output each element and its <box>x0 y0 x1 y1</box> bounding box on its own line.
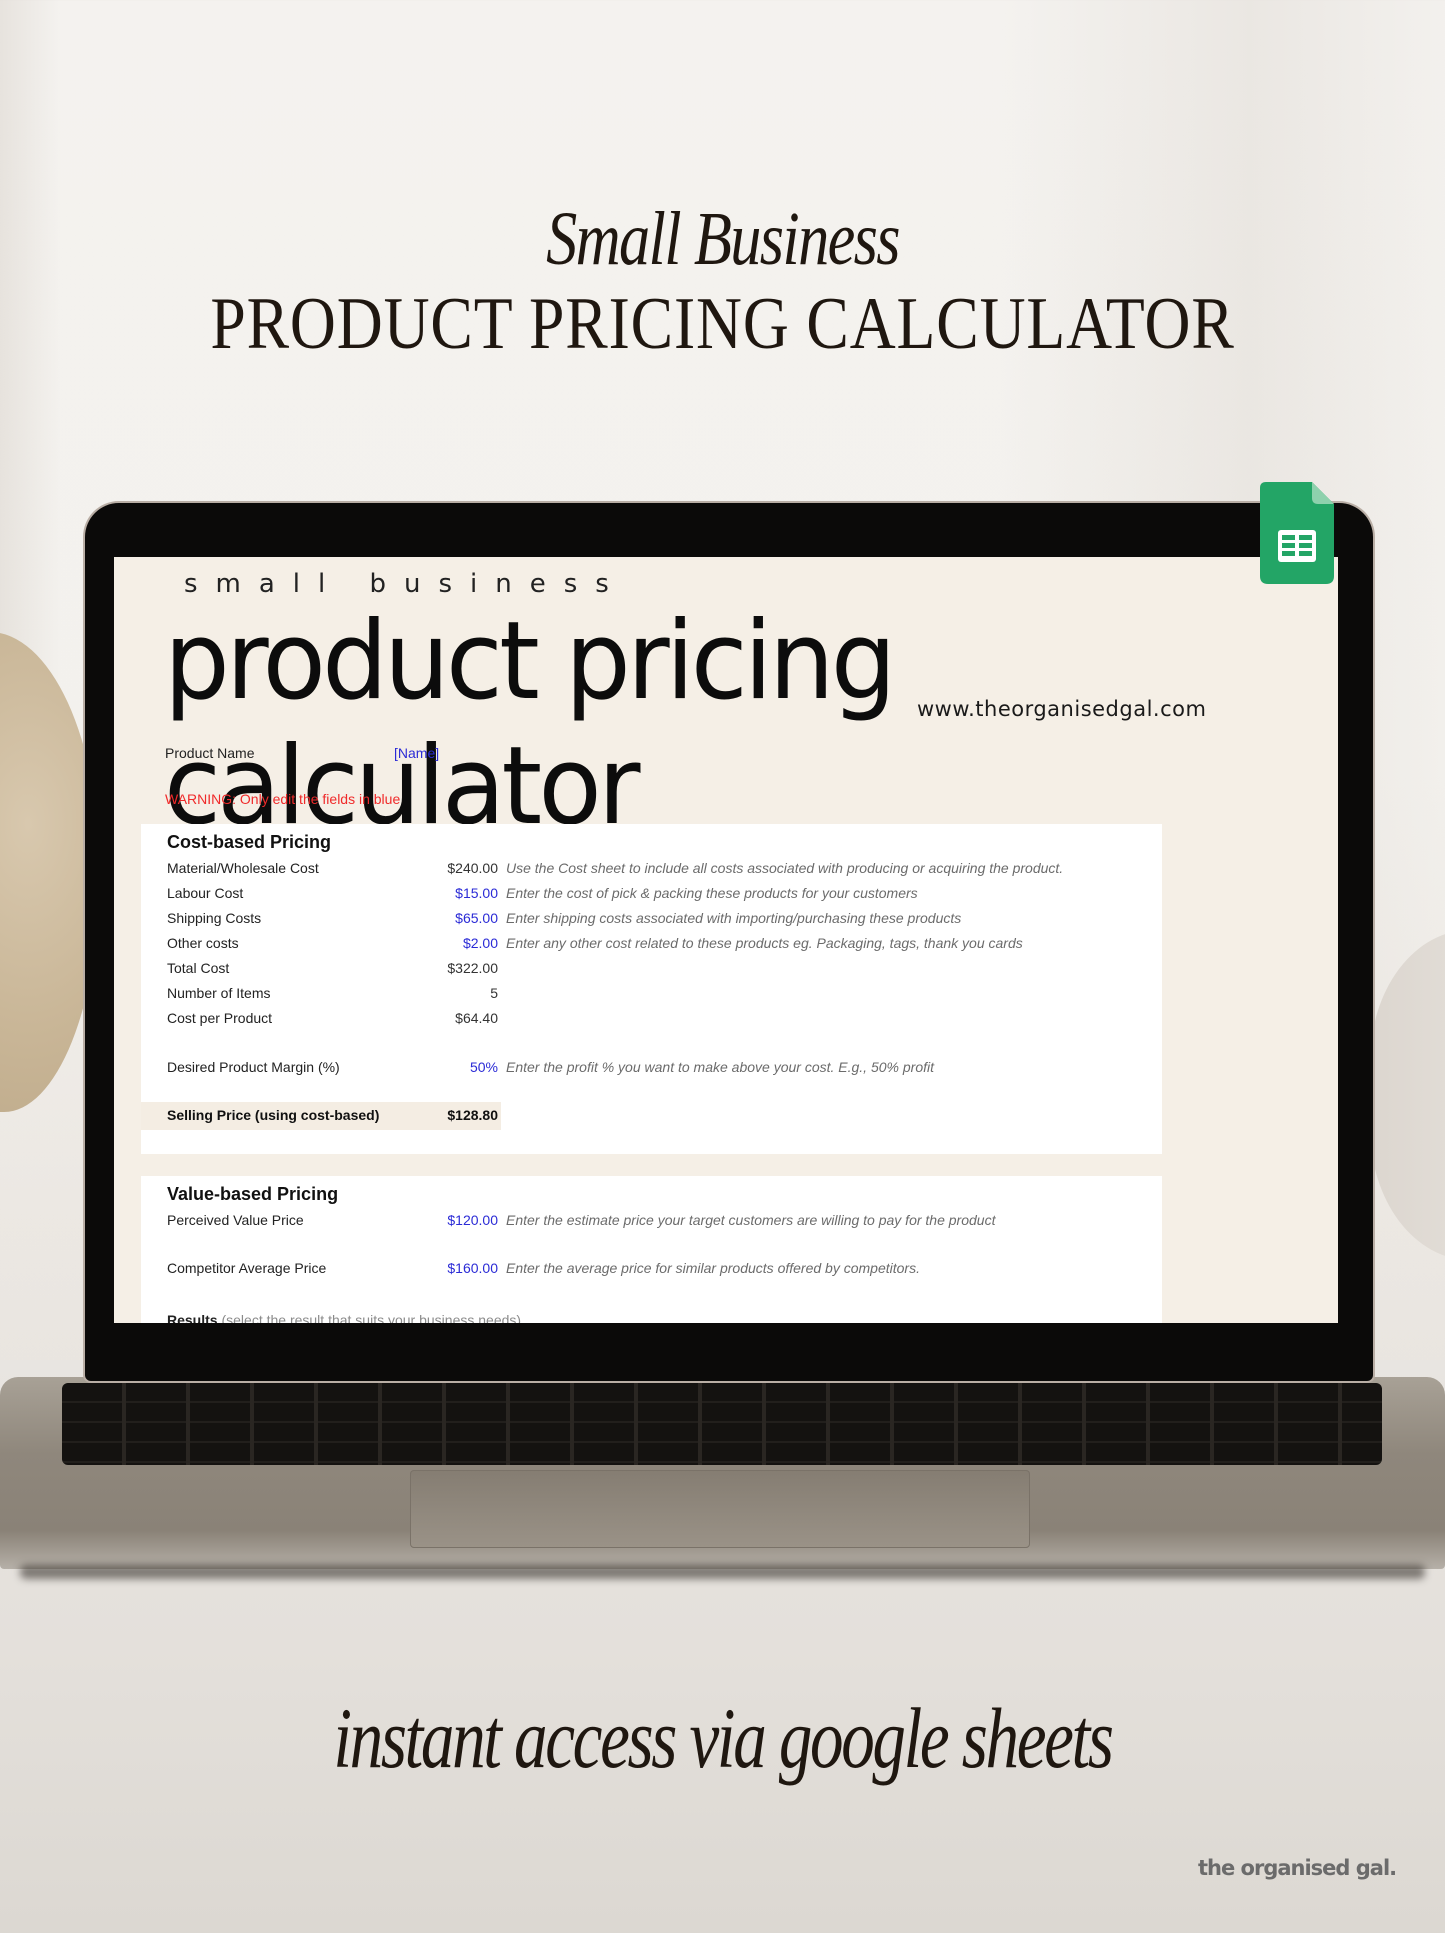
laptop-screen: small business product pricing calculato… <box>114 557 1338 1323</box>
results-heading: Results (select the result that suits yo… <box>167 1312 521 1323</box>
row-label: Cost per Product <box>167 1010 273 1026</box>
row-description: Enter the profit % you want to make abov… <box>506 1059 934 1075</box>
row-label: Shipping Costs <box>167 910 262 926</box>
table-row: Perceived Value Price $120.00 Enter the … <box>141 1212 1162 1237</box>
laptop-trackpad <box>410 1470 1030 1548</box>
product-name-label: Product Name <box>165 745 255 761</box>
promo-subheadline: Small Business <box>546 197 900 281</box>
table-row: Cost per Product $64.40 <box>141 1010 1162 1035</box>
row-description: Use the Cost sheet to include all costs … <box>506 860 1064 876</box>
table-row: Material/Wholesale Cost $240.00 Use the … <box>141 860 1162 885</box>
competitor-price-input[interactable]: $160.00 <box>447 1260 498 1276</box>
brand-logo: the organised gal. <box>1198 1856 1397 1880</box>
row-description: Enter any other cost related to these pr… <box>506 935 1023 951</box>
total-cost-value: $322.00 <box>447 960 498 976</box>
results-label: Results <box>167 1312 218 1323</box>
row-description: Enter shipping costs associated with imp… <box>506 910 962 926</box>
selling-price-row: Selling Price (using cost-based) $128.80 <box>141 1102 1162 1130</box>
value-based-pricing-card: Value-based Pricing Perceived Value Pric… <box>141 1176 1162 1323</box>
margin-input[interactable]: 50% <box>470 1059 498 1075</box>
selling-price-value: $128.80 <box>447 1107 498 1123</box>
row-label: Total Cost <box>167 960 230 976</box>
table-row: Shipping Costs $65.00 Enter shipping cos… <box>141 910 1162 935</box>
labour-cost-input[interactable]: $15.00 <box>455 885 498 901</box>
cost-per-product-value: $64.40 <box>455 1010 498 1026</box>
row-label: Number of Items <box>167 985 271 1001</box>
table-row: Other costs $2.00 Enter any other cost r… <box>141 935 1162 960</box>
promo-headline: PRODUCT PRICING CALCULATOR <box>210 283 1235 365</box>
laptop-keyboard <box>62 1383 1382 1465</box>
google-sheets-icon <box>1260 482 1334 584</box>
row-label: Perceived Value Price <box>167 1212 304 1228</box>
shipping-costs-input[interactable]: $65.00 <box>455 910 498 926</box>
row-description: Enter the average price for similar prod… <box>506 1260 920 1276</box>
row-value: $240.00 <box>447 860 498 876</box>
selling-price-label: Selling Price (using cost-based) <box>167 1107 380 1123</box>
table-row: Number of Items 5 <box>141 985 1162 1010</box>
row-description: Enter the cost of pick & packing these p… <box>506 885 918 901</box>
product-name-field[interactable]: [Name] <box>394 745 439 761</box>
sheet-url-link[interactable]: www.theorganisedgal.com <box>917 697 1206 721</box>
cost-based-pricing-card: Cost-based Pricing Material/Wholesale Co… <box>141 824 1162 1154</box>
sheet-kicker: small business <box>184 569 627 599</box>
row-label: Competitor Average Price <box>167 1260 327 1276</box>
sheet-title: product pricing calculator <box>164 599 897 849</box>
table-row: Total Cost $322.00 <box>141 960 1162 985</box>
number-of-items-value: 5 <box>490 985 498 1001</box>
table-row: Labour Cost $15.00 Enter the cost of pic… <box>141 885 1162 910</box>
perceived-value-input[interactable]: $120.00 <box>447 1212 498 1228</box>
value-based-title: Value-based Pricing <box>167 1184 339 1204</box>
laptop-shadow <box>20 1565 1425 1579</box>
results-hint: (select the result that suits your busin… <box>221 1312 522 1323</box>
row-label: Other costs <box>167 935 239 951</box>
cost-based-title: Cost-based Pricing <box>167 832 332 852</box>
other-costs-input[interactable]: $2.00 <box>463 935 498 951</box>
warning-text: WARNING: Only edit the fields in blue <box>165 791 401 807</box>
table-row: Competitor Average Price $160.00 Enter t… <box>141 1260 1162 1285</box>
table-row: Desired Product Margin (%) 50% Enter the… <box>141 1059 1162 1084</box>
row-label: Material/Wholesale Cost <box>167 860 319 876</box>
row-description: Enter the estimate price your target cus… <box>506 1212 996 1228</box>
row-label: Labour Cost <box>167 885 244 901</box>
promo-tagline: instant access via google sheets <box>333 1690 1114 1786</box>
margin-label: Desired Product Margin (%) <box>167 1059 340 1075</box>
